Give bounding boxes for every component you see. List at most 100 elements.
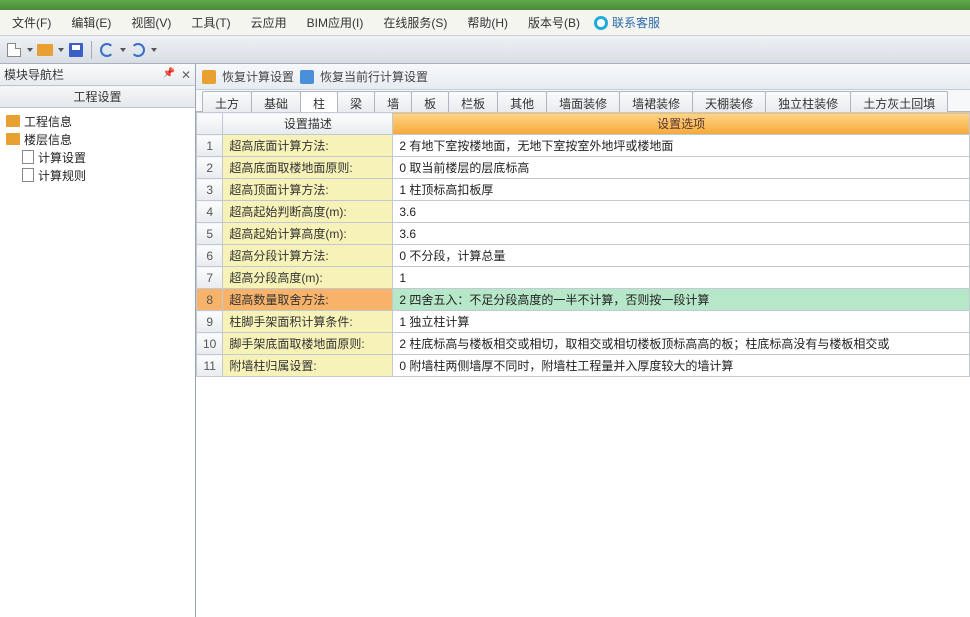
- row-option[interactable]: 0 附墙柱两侧墙厚不同时，附墙柱工程量并入厚度较大的墙计算: [393, 355, 970, 377]
- tab-11[interactable]: 独立柱装修: [765, 91, 851, 112]
- open-dropdown-arrow[interactable]: [58, 48, 64, 52]
- row-option[interactable]: 3.6: [393, 223, 970, 245]
- redo-icon: [131, 43, 145, 57]
- undo-button[interactable]: [97, 40, 117, 60]
- row-desc: 超高顶面计算方法:: [223, 179, 393, 201]
- toolbar-separator: [91, 41, 92, 59]
- grid-row[interactable]: 11附墙柱归属设置:0 附墙柱两侧墙厚不同时，附墙柱工程量并入厚度较大的墙计算: [197, 355, 970, 377]
- tree-item-floor-info[interactable]: 楼层信息: [2, 130, 193, 148]
- tab-10[interactable]: 天棚装修: [692, 91, 766, 112]
- row-option[interactable]: 2 柱底标高与楼板相交或相切，取相交或相切楼板顶标高高的板；柱底标高没有与楼板相…: [393, 333, 970, 355]
- tab-7[interactable]: 其他: [497, 91, 547, 112]
- menu-cloud[interactable]: 云应用: [245, 12, 293, 33]
- grid-row[interactable]: 10脚手架底面取楼地面原则:2 柱底标高与楼板相交或相切，取相交或相切楼板顶标高…: [197, 333, 970, 355]
- pin-icon[interactable]: 📌: [162, 68, 174, 82]
- tab-8[interactable]: 墙面装修: [546, 91, 620, 112]
- col-header-rownum: [197, 113, 223, 135]
- grid-row[interactable]: 5超高起始计算高度(m):3.6: [197, 223, 970, 245]
- row-option[interactable]: 0 不分段，计算总量: [393, 245, 970, 267]
- grid-row[interactable]: 4超高起始判断高度(m):3.6: [197, 201, 970, 223]
- row-number: 5: [197, 223, 223, 245]
- menu-version[interactable]: 版本号(B): [522, 12, 586, 33]
- row-desc: 超高数量取舍方法:: [223, 289, 393, 311]
- new-button[interactable]: [4, 40, 24, 60]
- restore-icon: [202, 70, 216, 84]
- grid-row[interactable]: 9柱脚手架面积计算条件:1 独立柱计算: [197, 311, 970, 333]
- menu-view[interactable]: 视图(V): [125, 12, 177, 33]
- sidebar: 模块导航栏 📌 ✕ 工程设置 工程信息 楼层信息 计算设置: [0, 64, 196, 617]
- row-number: 3: [197, 179, 223, 201]
- restore-calc-settings-button[interactable]: 恢复计算设置: [222, 68, 294, 85]
- new-dropdown-arrow[interactable]: [27, 48, 33, 52]
- content-area: 恢复计算设置 恢复当前行计算设置 土方基础柱梁墙板栏板其他墙面装修墙裙装修天棚装…: [196, 64, 970, 617]
- redo-button[interactable]: [128, 40, 148, 60]
- row-number: 2: [197, 157, 223, 179]
- sidebar-title-bar: 模块导航栏 📌 ✕: [0, 64, 195, 86]
- menu-kefu[interactable]: 联系客服: [594, 14, 660, 31]
- row-option[interactable]: 0 取当前楼层的层底标高: [393, 157, 970, 179]
- row-number: 7: [197, 267, 223, 289]
- tree-item-project-info[interactable]: 工程信息: [2, 112, 193, 130]
- tab-12[interactable]: 土方灰土回填: [850, 91, 948, 112]
- menu-bim[interactable]: BIM应用(I): [301, 12, 370, 33]
- open-button[interactable]: [35, 40, 55, 60]
- window-titlebar: [0, 0, 970, 10]
- undo-dropdown-arrow[interactable]: [120, 48, 126, 52]
- row-option[interactable]: 1: [393, 267, 970, 289]
- menu-bar: 文件(F) 编辑(E) 视图(V) 工具(T) 云应用 BIM应用(I) 在线服…: [0, 10, 970, 36]
- row-number: 6: [197, 245, 223, 267]
- menu-file[interactable]: 文件(F): [6, 12, 57, 33]
- row-option[interactable]: 1 独立柱计算: [393, 311, 970, 333]
- grid-row[interactable]: 2超高底面取楼地面原则:0 取当前楼层的层底标高: [197, 157, 970, 179]
- tab-2[interactable]: 柱: [300, 91, 338, 112]
- row-option[interactable]: 1 柱顶标高扣板厚: [393, 179, 970, 201]
- content-toolbar: 恢复计算设置 恢复当前行计算设置: [196, 64, 970, 90]
- tab-9[interactable]: 墙裙装修: [619, 91, 693, 112]
- tab-4[interactable]: 墙: [374, 91, 412, 112]
- tab-6[interactable]: 栏板: [448, 91, 498, 112]
- folder-icon: [6, 115, 20, 127]
- col-header-option: 设置选项: [393, 113, 970, 135]
- row-number: 8: [197, 289, 223, 311]
- tab-1[interactable]: 基础: [251, 91, 301, 112]
- sidebar-section-label: 工程设置: [73, 88, 121, 105]
- menu-edit[interactable]: 编辑(E): [65, 12, 117, 33]
- restore-current-row-button[interactable]: 恢复当前行计算设置: [320, 68, 428, 85]
- row-desc: 脚手架底面取楼地面原则:: [223, 333, 393, 355]
- row-desc: 超高底面取楼地面原则:: [223, 157, 393, 179]
- settings-grid[interactable]: 设置描述 设置选项 1超高底面计算方法:2 有地下室按楼地面，无地下室按室外地坪…: [196, 112, 970, 617]
- tab-3[interactable]: 梁: [337, 91, 375, 112]
- tree-item-calc-settings[interactable]: 计算设置: [2, 148, 193, 166]
- save-button[interactable]: [66, 40, 86, 60]
- redo-dropdown-arrow[interactable]: [151, 48, 157, 52]
- row-option[interactable]: 2 四舍五入：不足分段高度的一半不计算，否则按一段计算: [393, 289, 970, 311]
- row-number: 1: [197, 135, 223, 157]
- sidebar-section-header[interactable]: 工程设置: [0, 86, 195, 108]
- row-desc: 柱脚手架面积计算条件:: [223, 311, 393, 333]
- sheet-icon: [22, 150, 34, 164]
- row-option[interactable]: 2 有地下室按楼地面，无地下室按室外地坪或楼地面: [393, 135, 970, 157]
- new-file-icon: [7, 43, 21, 57]
- grid-row[interactable]: 1超高底面计算方法:2 有地下室按楼地面，无地下室按室外地坪或楼地面: [197, 135, 970, 157]
- row-desc: 超高起始计算高度(m):: [223, 223, 393, 245]
- nav-tree: 工程信息 楼层信息 计算设置 计算规则: [0, 108, 195, 188]
- tree-item-calc-rules[interactable]: 计算规则: [2, 166, 193, 184]
- tab-0[interactable]: 土方: [202, 91, 252, 112]
- menu-online[interactable]: 在线服务(S): [377, 12, 453, 33]
- folder-open-icon: [37, 44, 53, 56]
- sidebar-close-icon[interactable]: ✕: [181, 68, 191, 82]
- grid-row[interactable]: 7超高分段高度(m):1: [197, 267, 970, 289]
- kefu-icon: [594, 16, 608, 30]
- tree-item-label: 工程信息: [24, 113, 72, 130]
- main-toolbar: [0, 36, 970, 64]
- row-desc: 超高底面计算方法:: [223, 135, 393, 157]
- row-option[interactable]: 3.6: [393, 201, 970, 223]
- menu-help[interactable]: 帮助(H): [461, 12, 514, 33]
- grid-row[interactable]: 3超高顶面计算方法:1 柱顶标高扣板厚: [197, 179, 970, 201]
- row-desc: 附墙柱归属设置:: [223, 355, 393, 377]
- save-icon: [69, 43, 83, 57]
- menu-tool[interactable]: 工具(T): [185, 12, 236, 33]
- grid-row[interactable]: 6超高分段计算方法:0 不分段，计算总量: [197, 245, 970, 267]
- tab-5[interactable]: 板: [411, 91, 449, 112]
- grid-row[interactable]: 8超高数量取舍方法:2 四舍五入：不足分段高度的一半不计算，否则按一段计算: [197, 289, 970, 311]
